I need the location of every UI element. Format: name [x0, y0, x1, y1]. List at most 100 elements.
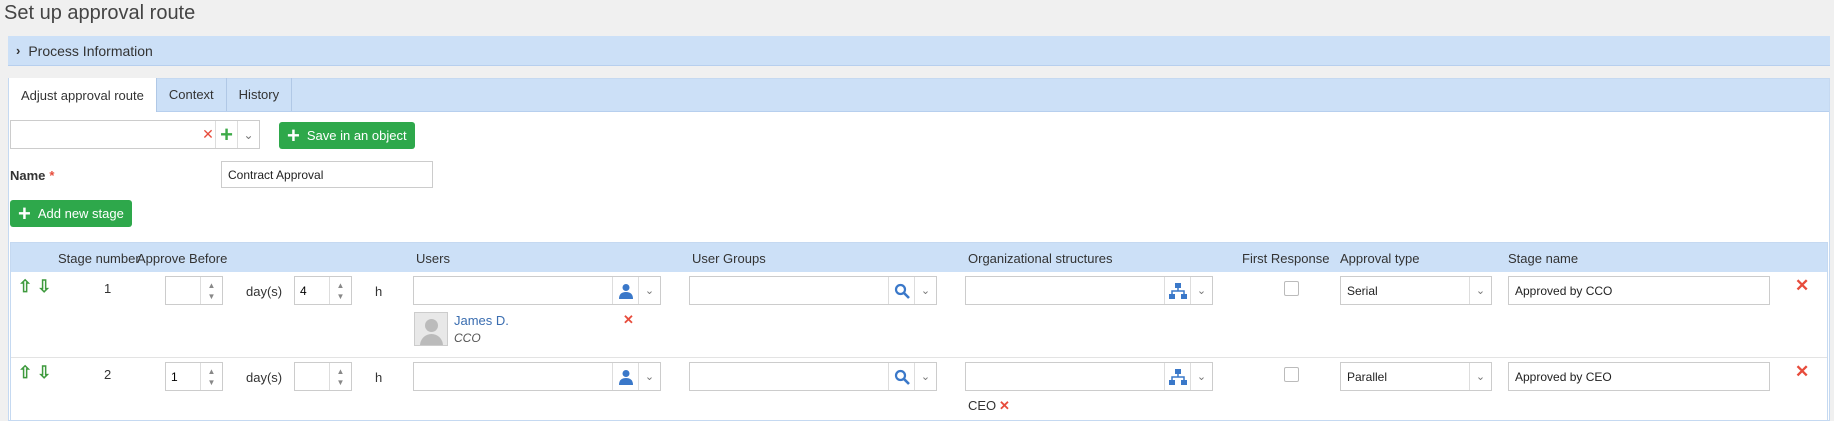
user-role: CCO	[454, 331, 481, 345]
org-structures-field[interactable]	[966, 277, 1164, 304]
approval-type-value: Parallel	[1347, 369, 1388, 384]
stages-grid: Stage number Approve Before Users User G…	[10, 242, 1828, 421]
user-name-link[interactable]: James D.	[454, 313, 509, 328]
stage-row: ⇧ ⇩ 1 ▲▼ day(s) ▲▼ h ⌄	[11, 272, 1827, 358]
route-template-field[interactable]	[11, 121, 201, 148]
user-icon[interactable]	[612, 363, 638, 390]
stepper-arrows-icon[interactable]: ▲ ▼	[200, 277, 222, 304]
org-structures-field[interactable]	[966, 363, 1164, 390]
hours-stepper[interactable]: ▲▼	[294, 362, 352, 391]
delete-stage-icon[interactable]: ✕	[1795, 362, 1809, 382]
col-approval-type: Approval type	[1340, 251, 1420, 266]
name-input[interactable]	[221, 161, 433, 188]
remove-org-icon[interactable]: ✕	[999, 398, 1010, 414]
chevron-down-icon[interactable]: ⌄	[638, 277, 660, 304]
hours-input[interactable]	[295, 277, 329, 304]
days-stepper[interactable]: ▲▼	[165, 362, 223, 391]
days-unit: day(s)	[246, 284, 283, 299]
stage-number: 2	[104, 367, 112, 382]
stage-row: ⇧ ⇩ 2 ▲▼ day(s) ▲▼ h ⌄	[11, 358, 1827, 421]
stage-name-input[interactable]	[1508, 362, 1770, 391]
chevron-right-icon: ›	[16, 43, 21, 58]
approval-type-select[interactable]: Parallel ⌄	[1340, 362, 1492, 391]
stepper-arrows-icon[interactable]: ▲ ▼	[200, 363, 222, 390]
user-icon[interactable]	[612, 277, 638, 304]
chevron-down-icon[interactable]: ⌄	[1190, 277, 1212, 304]
name-label-text: Name	[10, 168, 46, 183]
users-field[interactable]	[414, 363, 612, 390]
chevron-down-icon[interactable]: ⌄	[1469, 277, 1491, 304]
approval-type-value: Serial	[1347, 283, 1378, 298]
add-new-stage-button[interactable]: + Add new stage	[10, 200, 132, 227]
user-groups-field[interactable]	[690, 277, 888, 304]
tab-context[interactable]: Context	[157, 78, 227, 111]
hours-input[interactable]	[295, 363, 329, 390]
required-marker: *	[49, 168, 55, 183]
hours-unit: h	[375, 284, 383, 299]
users-select[interactable]: ⌄	[413, 276, 661, 305]
user-chip: James D. CCO	[414, 312, 509, 346]
org-chart-icon[interactable]	[1164, 277, 1190, 304]
stage-name-input[interactable]	[1508, 276, 1770, 305]
search-icon[interactable]	[888, 277, 914, 304]
plus-icon: +	[287, 122, 300, 148]
first-response-checkbox[interactable]	[1284, 367, 1299, 382]
add-new-stage-label: Add new stage	[37, 206, 124, 221]
col-org-structures: Organizational structures	[968, 251, 1113, 266]
avatar	[414, 312, 448, 346]
user-groups-field[interactable]	[690, 363, 888, 390]
first-response-checkbox[interactable]	[1284, 281, 1299, 296]
move-up-icon[interactable]: ⇧	[18, 363, 32, 383]
col-user-groups: User Groups	[692, 251, 766, 266]
page-title: Set up approval route	[4, 2, 196, 24]
move-up-icon[interactable]: ⇧	[18, 277, 32, 297]
approval-route-card: Adjust approval route Context History ✕ …	[8, 78, 1830, 421]
tab-bar: Adjust approval route Context History	[9, 78, 1829, 112]
grid-header: Stage number Approve Before Users User G…	[11, 243, 1827, 272]
org-tag: CEO	[968, 398, 997, 413]
plus-icon: +	[18, 200, 31, 226]
org-structures-select[interactable]: ⌄	[965, 362, 1213, 391]
days-unit: day(s)	[246, 370, 283, 385]
stepper-arrows-icon[interactable]: ▲ ▼	[329, 363, 351, 390]
move-down-icon[interactable]: ⇩	[37, 277, 51, 297]
clear-icon[interactable]: ✕	[201, 126, 215, 143]
days-input[interactable]	[166, 277, 200, 304]
delete-stage-icon[interactable]: ✕	[1795, 276, 1809, 296]
org-structures-select[interactable]: ⌄	[965, 276, 1213, 305]
add-icon[interactable]: +	[215, 121, 237, 148]
hours-stepper[interactable]: ▲▼	[294, 276, 352, 305]
tab-history[interactable]: History	[227, 78, 293, 111]
col-approve-before: Approve Before	[137, 251, 228, 266]
users-select[interactable]: ⌄	[413, 362, 661, 391]
route-template-select[interactable]: ✕ + ⌄	[10, 120, 260, 149]
chevron-down-icon[interactable]: ⌄	[638, 363, 660, 390]
process-information-label: Process Information	[28, 42, 153, 59]
days-stepper[interactable]: ▲▼	[165, 276, 223, 305]
chevron-down-icon[interactable]: ⌄	[1190, 363, 1212, 390]
chevron-down-icon[interactable]: ⌄	[1469, 363, 1491, 390]
search-icon[interactable]	[888, 363, 914, 390]
org-chart-icon[interactable]	[1164, 363, 1190, 390]
chevron-down-icon[interactable]: ⌄	[237, 121, 259, 148]
days-input[interactable]	[166, 363, 200, 390]
approval-type-select[interactable]: Serial ⌄	[1340, 276, 1492, 305]
stage-number: 1	[104, 281, 112, 296]
chevron-down-icon[interactable]: ⌄	[914, 277, 936, 304]
save-in-object-button[interactable]: + Save in an object	[279, 122, 415, 149]
user-groups-select[interactable]: ⌄	[689, 276, 937, 305]
col-first-response: First Response	[1242, 251, 1330, 266]
move-down-icon[interactable]: ⇩	[37, 363, 51, 383]
process-information-panel[interactable]: › Process Information	[8, 36, 1830, 66]
col-users: Users	[416, 251, 450, 266]
user-groups-select[interactable]: ⌄	[689, 362, 937, 391]
stepper-arrows-icon[interactable]: ▲ ▼	[329, 277, 351, 304]
col-stage-number: Stage number	[58, 251, 140, 266]
tab-adjust-approval-route[interactable]: Adjust approval route	[9, 78, 157, 112]
save-in-object-label: Save in an object	[306, 128, 407, 143]
hours-unit: h	[375, 370, 383, 385]
remove-user-icon[interactable]: ✕	[623, 312, 634, 328]
users-field[interactable]	[414, 277, 612, 304]
chevron-down-icon[interactable]: ⌄	[914, 363, 936, 390]
col-stage-name: Stage name	[1508, 251, 1579, 266]
